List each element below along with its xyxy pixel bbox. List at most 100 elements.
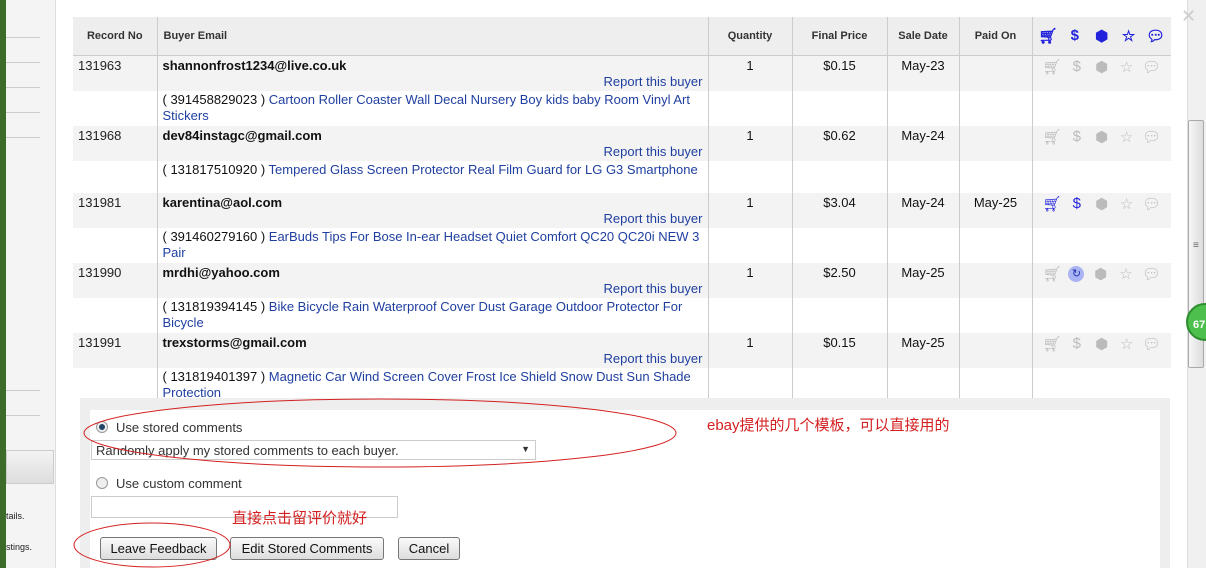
comment-icon[interactable]: 💬︎ xyxy=(1142,335,1161,353)
sale-date: May-24 xyxy=(886,125,959,161)
header-final-price[interactable]: Final Price xyxy=(791,17,887,56)
table-row-item: ( 391458829023 ) Cartoon Roller Coaster … xyxy=(73,90,1171,126)
item-id: ( 131817510920 ) xyxy=(162,161,266,177)
sale-date: May-25 xyxy=(886,332,959,368)
star-icon[interactable]: ☆ xyxy=(1118,195,1136,213)
report-buyer-link[interactable]: Report this buyer xyxy=(163,351,703,366)
use-stored-comments-radio[interactable] xyxy=(96,421,108,433)
comment-icon[interactable]: 💬︎ xyxy=(1146,27,1165,45)
cart-icon[interactable]: 🛒︎ xyxy=(1038,27,1057,45)
close-icon[interactable]: ✕ xyxy=(1181,6,1196,27)
table-row: 131991 trexstorms@gmail.com Report this b… xyxy=(73,332,1171,368)
star-icon[interactable]: ☆ xyxy=(1118,58,1136,76)
box-icon[interactable]: ⬢ xyxy=(1093,128,1111,146)
star-icon[interactable]: ☆ xyxy=(1118,335,1136,353)
buyer-email: trexstorms@gmail.com xyxy=(162,334,307,350)
annotation-note-templates: ebay提供的几个模板，可以直接用的 xyxy=(707,417,950,434)
paid-on xyxy=(958,55,1032,91)
buyer-email: dev84instagc@gmail.com xyxy=(162,127,322,143)
header-record-no[interactable]: Record No xyxy=(73,17,157,56)
quantity: 1 xyxy=(707,192,792,228)
use-custom-comment-radio[interactable] xyxy=(96,477,108,489)
buyer-email: karentina@aol.com xyxy=(162,194,283,210)
table-row: 131968 dev84instagc@gmail.com Report this… xyxy=(73,125,1171,161)
box-icon[interactable]: ⬢ xyxy=(1093,27,1111,45)
report-buyer-link[interactable]: Report this buyer xyxy=(163,281,703,296)
comment-icon[interactable]: 💬︎ xyxy=(1142,265,1161,283)
status-icons: 🛒︎ $ ⬢ ☆ 💬︎ xyxy=(1031,192,1171,228)
quantity: 1 xyxy=(707,332,792,368)
use-stored-comments-label: Use stored comments xyxy=(116,420,243,435)
box-icon[interactable]: ⬢ xyxy=(1092,265,1110,283)
cart-icon[interactable]: 🛒︎ xyxy=(1042,128,1061,146)
dollar-icon[interactable]: $ xyxy=(1068,335,1086,353)
dollar-icon[interactable]: $ xyxy=(1068,128,1086,146)
box-icon[interactable]: ⬢ xyxy=(1093,58,1111,76)
chevron-down-icon: ▼ xyxy=(521,444,530,454)
table-row: 131990 mrdhi@yahoo.com Report this buyer … xyxy=(73,262,1171,298)
report-buyer-link[interactable]: Report this buyer xyxy=(163,144,703,159)
header-sale-date[interactable]: Sale Date xyxy=(886,17,959,56)
buyer-email: mrdhi@yahoo.com xyxy=(162,264,280,280)
annotation-note-click: 直接点击留评价就好 xyxy=(232,510,368,527)
comment-icon[interactable]: 💬︎ xyxy=(1142,195,1161,213)
box-icon[interactable]: ⬢ xyxy=(1093,335,1111,353)
header-status-icons: 🛒︎ $ ⬢ ☆ 💬︎ xyxy=(1031,17,1171,56)
cart-icon[interactable]: 🛒︎ xyxy=(1043,265,1062,283)
record-no: 131968 xyxy=(73,125,157,161)
dollar-icon[interactable]: $ xyxy=(1068,58,1086,76)
item-id: ( 391460279160 ) xyxy=(162,228,266,244)
final-price: $0.62 xyxy=(791,125,887,161)
status-icons: 🛒︎ $ ⬢ ☆ 💬︎ xyxy=(1031,55,1171,91)
background-text: stings. xyxy=(6,542,33,552)
quantity: 1 xyxy=(707,262,792,298)
record-no: 131991 xyxy=(73,332,157,368)
comment-icon[interactable]: 💬︎ xyxy=(1142,128,1161,146)
header-buyer-email[interactable]: Buyer Email xyxy=(156,17,708,56)
paid-on xyxy=(958,125,1032,161)
cart-icon[interactable]: 🛒︎ xyxy=(1042,58,1061,76)
table-row-item: ( 131817510920 ) Tempered Glass Screen P… xyxy=(73,160,1171,193)
status-icons: 🛒︎ $ ⬢ ☆ 💬︎ xyxy=(1031,125,1171,161)
grip-icon: ≡ xyxy=(1193,240,1199,251)
use-custom-comment-label: Use custom comment xyxy=(116,476,242,491)
report-buyer-link[interactable]: Report this buyer xyxy=(163,211,703,226)
item-title-link[interactable]: Tempered Glass Screen Protector Real Fil… xyxy=(269,162,698,177)
cart-icon[interactable]: 🛒︎ xyxy=(1042,195,1061,213)
paid-on: May-25 xyxy=(958,192,1032,228)
dollar-icon[interactable]: ↻ xyxy=(1068,265,1085,282)
quantity: 1 xyxy=(707,55,792,91)
star-icon[interactable]: ☆ xyxy=(1120,27,1138,45)
background-page: tails. stings. xyxy=(0,0,56,568)
dollar-icon[interactable]: $ xyxy=(1066,27,1084,45)
leave-feedback-button[interactable]: Leave Feedback xyxy=(100,537,217,560)
header-quantity[interactable]: Quantity xyxy=(707,17,792,56)
buyer-email: shannonfrost1234@live.co.uk xyxy=(162,57,347,73)
record-no: 131990 xyxy=(73,262,157,298)
edit-stored-comments-button[interactable]: Edit Stored Comments xyxy=(230,537,384,560)
status-icons: 🛒︎ ↻ ⬢ ☆ 💬︎ xyxy=(1031,262,1171,298)
final-price: $0.15 xyxy=(791,332,887,368)
table-row-item: ( 391460279160 ) EarBuds Tips For Bose I… xyxy=(73,227,1171,263)
sale-date: May-24 xyxy=(886,192,959,228)
background-text: tails. xyxy=(6,511,25,521)
final-price: $2.50 xyxy=(791,262,887,298)
cart-icon[interactable]: 🛒︎ xyxy=(1042,335,1061,353)
table-row: 131981 karentina@aol.com Report this buye… xyxy=(73,192,1171,228)
cancel-button[interactable]: Cancel xyxy=(398,537,460,560)
final-price: $0.15 xyxy=(791,55,887,91)
report-buyer-link[interactable]: Report this buyer xyxy=(163,74,703,89)
quantity: 1 xyxy=(707,125,792,161)
record-no: 131963 xyxy=(73,55,157,91)
star-icon[interactable]: ☆ xyxy=(1118,128,1136,146)
sale-date: May-25 xyxy=(886,262,959,298)
item-id: ( 131819394145 ) xyxy=(162,298,266,314)
star-icon[interactable]: ☆ xyxy=(1117,265,1135,283)
stored-comments-select[interactable]: Randomly apply my stored comments to eac… xyxy=(91,440,536,460)
comment-icon[interactable]: 💬︎ xyxy=(1142,58,1161,76)
sale-date: May-23 xyxy=(886,55,959,91)
dollar-icon[interactable]: $ xyxy=(1068,195,1086,213)
header-paid-on[interactable]: Paid On xyxy=(958,17,1032,56)
box-icon[interactable]: ⬢ xyxy=(1093,195,1111,213)
paid-on xyxy=(958,262,1032,298)
